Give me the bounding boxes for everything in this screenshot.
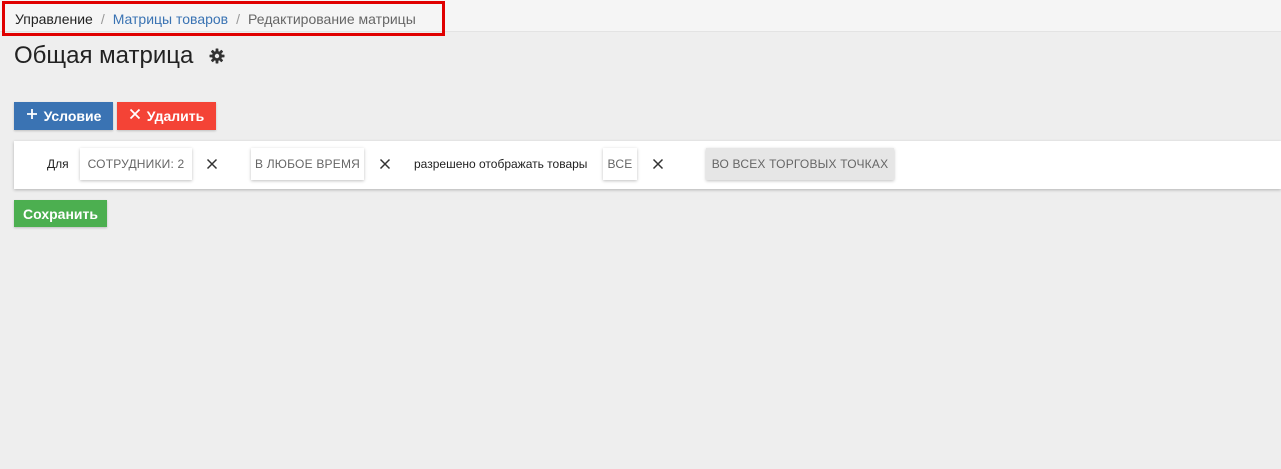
remove-goods-icon[interactable] — [651, 157, 665, 171]
gear-icon[interactable] — [209, 48, 225, 64]
page-title: Общая матрица — [14, 42, 194, 69]
breadcrumb-link-product-matrices[interactable]: Матрицы товаров — [113, 11, 228, 27]
goods-chip[interactable]: ВСЕ — [603, 148, 637, 180]
time-chip[interactable]: В ЛЮБОЕ ВРЕМЯ — [251, 148, 364, 180]
add-condition-label: Условие — [43, 108, 102, 124]
breadcrumb-separator: / — [100, 10, 105, 27]
breadcrumb-current: Редактирование матрицы — [248, 10, 416, 27]
add-condition-button[interactable]: Условие — [14, 102, 113, 130]
save-button[interactable]: Сохранить — [14, 200, 107, 227]
page-header: Общая матрица — [14, 42, 225, 70]
employees-chip[interactable]: СОТРУДНИКИ: 2 — [80, 148, 192, 180]
close-icon — [129, 107, 141, 125]
breadcrumb-separator: / — [236, 10, 241, 27]
breadcrumb-root[interactable]: Управление — [15, 11, 93, 27]
condition-allowed-text: разрешено отображать товары — [414, 157, 588, 171]
plus-icon — [26, 107, 38, 125]
remove-employees-icon[interactable] — [205, 157, 219, 171]
condition-for-label: Для — [47, 157, 69, 171]
delete-label: Удалить — [146, 108, 205, 124]
points-chip[interactable]: ВО ВСЕХ ТОРГОВЫХ ТОЧКАХ — [706, 148, 894, 180]
delete-button[interactable]: Удалить — [117, 102, 216, 130]
condition-row: Для СОТРУДНИКИ: 2 В ЛЮБОЕ ВРЕМЯ разрешен… — [14, 141, 1281, 189]
remove-time-icon[interactable] — [378, 157, 392, 171]
breadcrumb: Управление / Матрицы товаров / Редактиро… — [2, 1, 445, 36]
